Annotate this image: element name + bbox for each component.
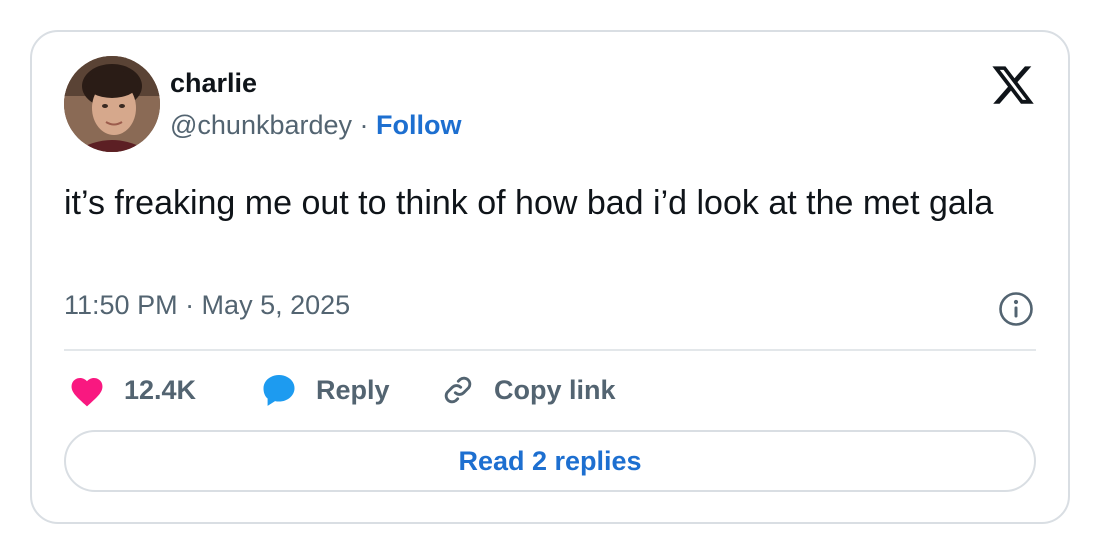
x-logo-icon[interactable] — [990, 62, 1036, 108]
reply-label: Reply — [316, 374, 390, 405]
heart-icon — [71, 377, 103, 407]
like-button[interactable]: 12.4K — [68, 370, 196, 410]
link-icon — [444, 376, 472, 404]
follow-button[interactable]: Follow — [376, 110, 461, 140]
like-count: 12.4K — [124, 374, 197, 405]
author-handle[interactable]: @chunkbardey — [170, 110, 352, 140]
reply-button[interactable]: Reply — [260, 370, 390, 410]
read-replies-button[interactable]: Read 2 replies — [64, 430, 1036, 492]
handle-separator: · — [352, 110, 377, 140]
avatar[interactable] — [64, 56, 160, 152]
divider — [64, 349, 1036, 351]
tweet-text: it’s freaking me out to think of how bad… — [64, 184, 994, 222]
copy-link-label: Copy link — [494, 374, 616, 405]
author-handle-row: @chunkbardey · Follow — [170, 110, 462, 141]
info-icon[interactable] — [998, 291, 1034, 327]
tweet-timestamp[interactable]: 11:50 PM · May 5, 2025 — [64, 290, 350, 321]
speech-bubble-icon — [263, 374, 295, 406]
copy-link-button[interactable]: Copy link — [440, 370, 616, 410]
author-display-name[interactable]: charlie — [170, 68, 257, 99]
tweet-card: charlie @chunkbardey · Follow it’s freak… — [30, 30, 1070, 524]
